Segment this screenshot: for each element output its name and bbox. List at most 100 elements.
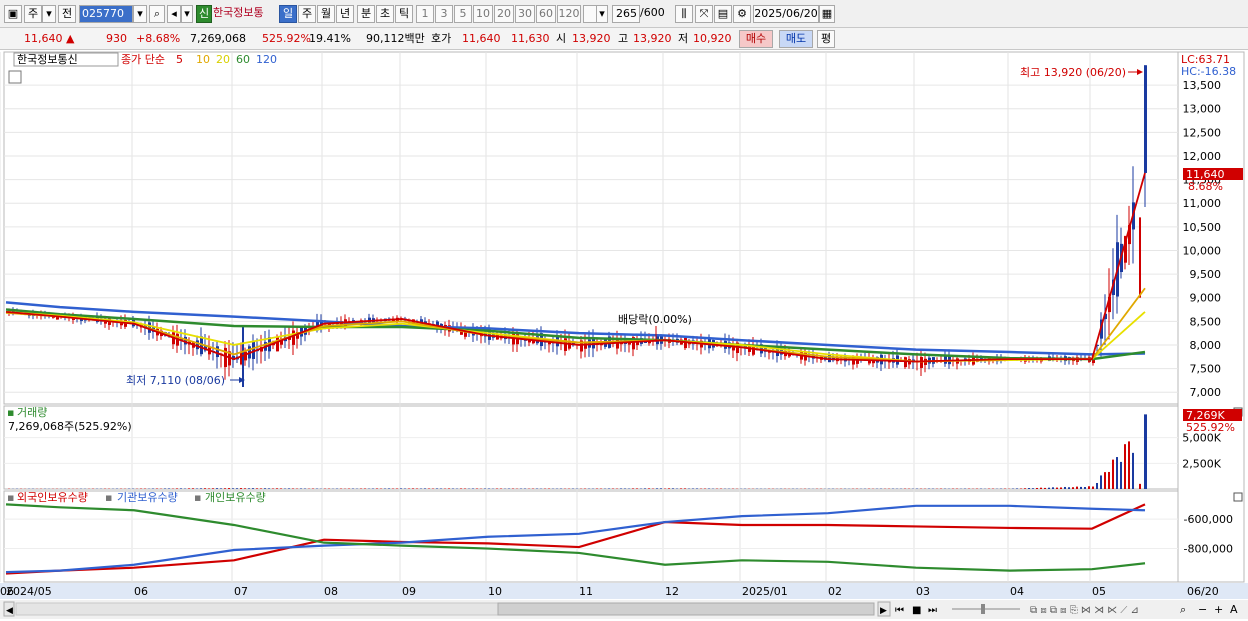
volume-bar xyxy=(648,488,650,489)
tool-icons[interactable]: ⧉ ⧈ ⧉ ⧈ ⎘ ⋈ ⋊ ⋉ ⟋ ⊿ xyxy=(1030,605,1139,616)
period-second[interactable]: 초 xyxy=(376,5,394,23)
speaker-dropdown-icon[interactable]: ▾ xyxy=(181,5,193,23)
volume-bar xyxy=(244,488,246,489)
period-minute[interactable]: 분 xyxy=(357,5,375,23)
volume-bar xyxy=(1124,444,1126,489)
volume-bar xyxy=(660,488,662,489)
volume-bar xyxy=(364,488,366,489)
x-tick-label: 05 xyxy=(1092,585,1106,598)
interval-60[interactable]: 60 xyxy=(536,5,556,23)
period-year[interactable]: 년 xyxy=(336,5,354,23)
stock-chart[interactable]: 한국정보통신 종가 단순 5 10 20 60 120 LC:63.71 HC:… xyxy=(0,50,1248,621)
layout-icon[interactable]: ▣ xyxy=(4,5,22,23)
crosshair-icon[interactable]: ⤧ xyxy=(695,5,713,23)
period-month[interactable]: 월 xyxy=(317,5,335,23)
candle-body xyxy=(616,339,619,349)
volume-bar xyxy=(1016,488,1018,489)
calendar-icon[interactable]: ▦ xyxy=(819,5,835,23)
price-tick-label: 7,000 xyxy=(1190,386,1222,399)
volume-bar xyxy=(1032,488,1034,489)
volume-bar xyxy=(224,488,226,489)
volume-bar xyxy=(1060,487,1062,489)
panel-stock-name: 한국정보통신 xyxy=(17,53,78,66)
x-tick-label: 08 xyxy=(324,585,338,598)
volume-bar xyxy=(168,488,170,489)
sell-button[interactable]: 매도 xyxy=(779,30,813,48)
interval-120[interactable]: 120 xyxy=(557,5,581,23)
volume-title: 거래량 xyxy=(17,406,47,419)
interval-30[interactable]: 30 xyxy=(515,5,535,23)
volume-bar xyxy=(288,488,290,489)
volume-bar xyxy=(696,488,698,489)
low-label: 저 xyxy=(678,32,689,45)
volume-bar xyxy=(412,488,414,489)
volume-bar xyxy=(1139,483,1141,489)
date-input[interactable]: 2025/06/20 xyxy=(753,5,819,23)
count-input[interactable]: 265 xyxy=(612,5,640,23)
speaker-icon[interactable]: ◂ xyxy=(167,5,181,23)
volume-bar xyxy=(1088,486,1090,489)
x-tick-label: 06 xyxy=(134,585,148,598)
interval-3[interactable]: 3 xyxy=(435,5,453,23)
volume-bar xyxy=(1024,488,1026,489)
volume-bar xyxy=(276,488,278,489)
search-icon[interactable]: ⌕ xyxy=(149,5,165,23)
period-day[interactable]: 일 xyxy=(279,5,297,23)
price-tick-label: 13,000 xyxy=(1183,103,1222,116)
volume-bar xyxy=(1092,486,1094,489)
code-dropdown-icon[interactable]: ▾ xyxy=(133,5,147,23)
volume-bar xyxy=(164,488,166,489)
volume-bar xyxy=(1084,487,1086,489)
candle-body xyxy=(216,346,219,358)
up-arrow-icon: ▲ xyxy=(66,32,75,45)
zoom-in-icon[interactable]: + xyxy=(1214,603,1223,616)
gear-icon[interactable]: ⚙ xyxy=(733,5,751,23)
event-note: 배당락(0.00%) xyxy=(618,313,692,326)
holding-close-icon[interactable] xyxy=(1233,492,1243,502)
price-tick-label: 10,500 xyxy=(1183,221,1222,234)
interval-10[interactable]: 10 xyxy=(473,5,493,23)
volume-bar xyxy=(200,488,202,489)
zoom-out-icon[interactable]: − xyxy=(1198,603,1207,616)
ma-legend-60: 60 xyxy=(236,53,250,66)
period-main-select[interactable]: 주 xyxy=(24,5,42,23)
ma-legend-5: 5 xyxy=(176,53,183,66)
custom-interval-dropdown-icon[interactable]: ▾ xyxy=(596,5,608,23)
volume-bar xyxy=(632,488,634,489)
volume-bar xyxy=(684,488,686,489)
save-icon[interactable]: ▤ xyxy=(714,5,732,23)
chevron-down-icon[interactable]: ▾ xyxy=(42,5,56,23)
eval-button[interactable]: 평 xyxy=(817,30,835,48)
table-icon[interactable] xyxy=(8,70,22,84)
volume-bar xyxy=(1064,486,1066,489)
new-badge: 신 xyxy=(196,5,212,23)
trade-amount: 90,112백만 xyxy=(366,32,425,45)
stop-icon[interactable]: ■ xyxy=(912,605,921,616)
rewind-icon[interactable]: ⏮ xyxy=(895,605,904,616)
zoom-slider-handle[interactable] xyxy=(981,604,985,614)
candle-type-icon[interactable]: ⫼ xyxy=(675,5,693,23)
interval-1[interactable]: 1 xyxy=(416,5,434,23)
code-input[interactable]: 025770 xyxy=(79,5,133,23)
period-week[interactable]: 주 xyxy=(298,5,316,23)
period-tick[interactable]: 틱 xyxy=(395,5,413,23)
forward-icon[interactable]: ⏭ xyxy=(928,605,937,616)
holding-sep-icon: ▪ xyxy=(105,491,112,504)
price-tick-label: 7,500 xyxy=(1190,363,1222,376)
prev-button[interactable]: 전 xyxy=(58,5,76,23)
scrollbar-thumb[interactable] xyxy=(497,602,875,616)
interval-20[interactable]: 20 xyxy=(494,5,514,23)
volume-bar xyxy=(1056,487,1058,489)
text-tool-icon[interactable]: A xyxy=(1230,603,1238,616)
change-value: 930 xyxy=(106,32,127,45)
quote-bar: 11,640 ▲ 930 +8.68% 7,269,068 525.92% 19… xyxy=(0,28,1248,50)
volume-bar xyxy=(400,488,402,489)
volume-bar xyxy=(212,488,214,489)
interval-5[interactable]: 5 xyxy=(454,5,472,23)
zoom-search-icon[interactable]: ⌕ xyxy=(1180,603,1186,616)
volume-bar xyxy=(1080,486,1082,489)
holding-legend-individual: 개인보유수량 xyxy=(205,491,266,504)
buy-button[interactable]: 매수 xyxy=(739,30,773,48)
x-tick-label: 10 xyxy=(488,585,502,598)
volume-bar xyxy=(252,488,254,489)
